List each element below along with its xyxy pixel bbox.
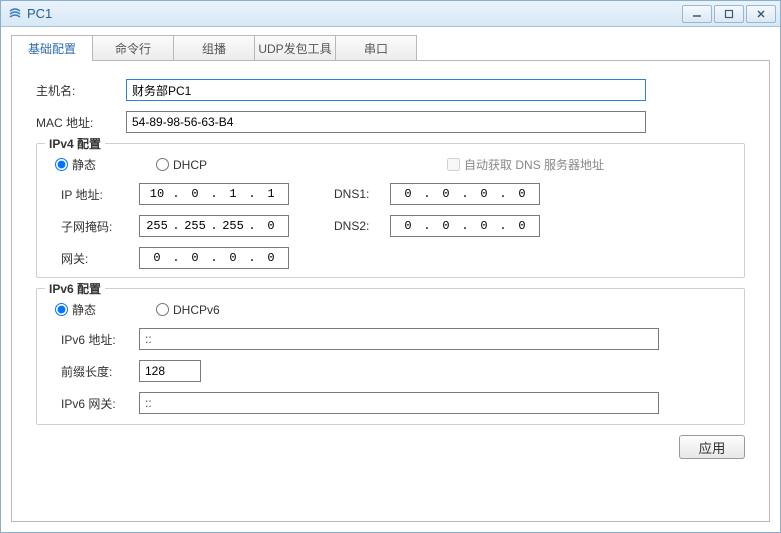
ipv4-grid: IP 地址: 10. 0. 1. 1 子网掩码: 255. (49, 183, 732, 269)
titlebar: PC1 (1, 1, 780, 27)
ipv6-fieldset: IPv6 配置 静态 DHCPv6 IPv6 地址: 前缀长 (36, 288, 745, 425)
tab-basic[interactable]: 基础配置 (11, 35, 93, 61)
footer: 应用 (36, 435, 745, 459)
ipv6-prefix-label: 前缀长度: (61, 363, 139, 380)
close-button[interactable] (746, 5, 776, 23)
tab-multicast[interactable]: 组播 (173, 35, 255, 61)
ipv4-static-radio-input[interactable] (55, 158, 68, 171)
basic-panel: 主机名: MAC 地址: IPv4 配置 静态 DHCP (11, 60, 770, 522)
mac-input[interactable] (126, 111, 646, 133)
mask-label: 子网掩码: (61, 218, 139, 235)
auto-dns-label: 自动获取 DNS 服务器地址 (464, 156, 604, 173)
mac-label: MAC 地址: (36, 114, 126, 131)
dns1-input[interactable]: 0. 0. 0. 0 (390, 183, 540, 205)
tab-cli[interactable]: 命令行 (92, 35, 174, 61)
gw-input[interactable]: 0. 0. 0. 0 (139, 247, 289, 269)
dns1-label: DNS1: (334, 187, 390, 201)
ipv6-gw-label: IPv6 网关: (61, 395, 139, 412)
gw-label: 网关: (61, 250, 139, 267)
ipv6-addr-input[interactable] (139, 328, 659, 350)
ipv4-dhcp-radio-input[interactable] (156, 158, 169, 171)
ipv4-static-radio[interactable]: 静态 (55, 156, 96, 173)
dns2-input[interactable]: 0. 0. 0. 0 (390, 215, 540, 237)
ipv4-dhcp-label: DHCP (173, 158, 207, 172)
ipv6-static-radio-input[interactable] (55, 303, 68, 316)
hostname-row: 主机名: (36, 79, 745, 101)
ipv6-gw-input[interactable] (139, 392, 659, 414)
tab-serial[interactable]: 串口 (335, 35, 417, 61)
window: PC1 基础配置 命令行 组播 UDP发包工具 串口 主机名: (0, 0, 781, 533)
ipv4-static-label: 静态 (72, 156, 96, 173)
ipv6-dhcp-radio[interactable]: DHCPv6 (156, 303, 220, 317)
ipv6-prefix-input[interactable] (139, 360, 201, 382)
tab-udp[interactable]: UDP发包工具 (254, 35, 336, 61)
apply-button[interactable]: 应用 (679, 435, 745, 459)
ipv4-left-col: IP 地址: 10. 0. 1. 1 子网掩码: 255. (49, 183, 289, 269)
ip-input[interactable]: 10. 0. 1. 1 (139, 183, 289, 205)
ipv6-static-label: 静态 (72, 301, 96, 318)
ipv6-dhcp-label: DHCPv6 (173, 303, 220, 317)
app-icon (7, 6, 23, 22)
ipv4-right-col: DNS1: 0. 0. 0. 0 DNS2: 0. (334, 183, 540, 269)
ipv6-dhcp-radio-input[interactable] (156, 303, 169, 316)
mask-input[interactable]: 255. 255. 255. 0 (139, 215, 289, 237)
ipv4-legend: IPv4 配置 (45, 135, 105, 152)
window-title: PC1 (27, 6, 52, 21)
minimize-button[interactable] (682, 5, 712, 23)
ipv6-addr-label: IPv6 地址: (61, 331, 139, 348)
ipv6-mode-row: 静态 DHCPv6 (49, 301, 732, 318)
hostname-label: 主机名: (36, 82, 126, 99)
ipv6-legend: IPv6 配置 (45, 280, 105, 297)
ipv4-dhcp-radio[interactable]: DHCP (156, 158, 207, 172)
hostname-input[interactable] (126, 79, 646, 101)
ipv4-fieldset: IPv4 配置 静态 DHCP 自动获取 DNS 服务器地址 (36, 143, 745, 278)
content: 基础配置 命令行 组播 UDP发包工具 串口 主机名: MAC 地址: IPv4… (1, 27, 780, 532)
window-controls (682, 5, 776, 23)
auto-dns-checkbox-input[interactable] (447, 158, 460, 171)
maximize-button[interactable] (714, 5, 744, 23)
ip-label: IP 地址: (61, 186, 139, 203)
ipv6-static-radio[interactable]: 静态 (55, 301, 96, 318)
ipv4-mode-row: 静态 DHCP 自动获取 DNS 服务器地址 (49, 156, 732, 173)
tab-bar: 基础配置 命令行 组播 UDP发包工具 串口 (11, 35, 770, 61)
dns2-label: DNS2: (334, 219, 390, 233)
titlebar-left: PC1 (7, 6, 52, 22)
mac-row: MAC 地址: (36, 111, 745, 133)
auto-dns-checkbox[interactable]: 自动获取 DNS 服务器地址 (447, 156, 604, 173)
